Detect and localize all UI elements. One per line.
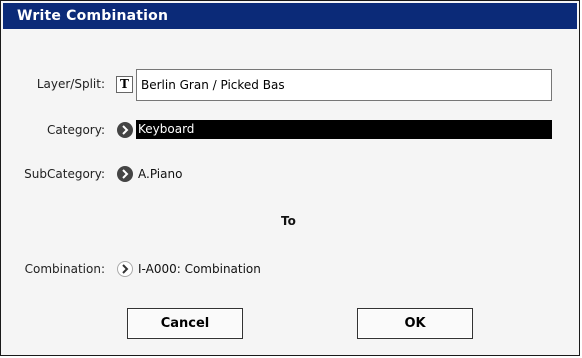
layer-split-name-field[interactable]: Berlin Gran / Picked Bas xyxy=(136,69,552,101)
subcategory-value[interactable]: A.Piano xyxy=(138,167,182,181)
text-edit-icon[interactable]: T xyxy=(116,76,133,93)
category-popup-arrow-icon[interactable] xyxy=(117,122,133,138)
to-label: To xyxy=(281,214,296,228)
write-combination-dialog: Write Combination Layer/Split: T Berlin … xyxy=(0,0,580,356)
subcategory-label: SubCategory: xyxy=(24,167,105,181)
category-label: Category: xyxy=(47,123,105,137)
layer-split-label: Layer/Split: xyxy=(36,77,105,91)
ok-button[interactable]: OK xyxy=(357,308,473,339)
category-value[interactable]: Keyboard xyxy=(136,120,552,139)
combination-value[interactable]: I-A000: Combination xyxy=(138,262,261,276)
cancel-button[interactable]: Cancel xyxy=(127,308,243,339)
subcategory-popup-arrow-icon[interactable] xyxy=(117,166,133,182)
combination-label: Combination: xyxy=(24,262,105,276)
dialog-title: Write Combination xyxy=(3,3,577,29)
combination-popup-arrow-icon[interactable] xyxy=(117,261,133,277)
